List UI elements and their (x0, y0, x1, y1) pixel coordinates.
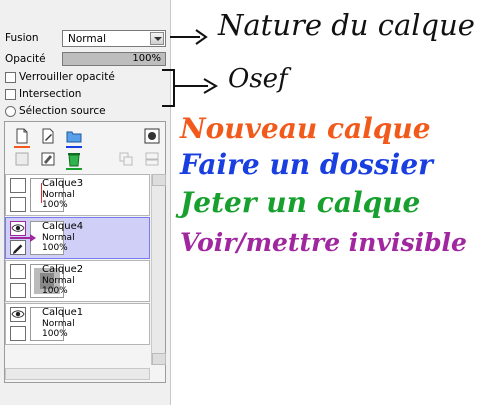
new-folder-underline (66, 146, 82, 148)
fusion-label: Fusion (5, 32, 39, 44)
lock-toggle[interactable] (10, 283, 26, 298)
visibility-toggle[interactable] (10, 178, 26, 193)
intersection-label: Intersection (19, 88, 82, 100)
eye-icon (11, 310, 25, 318)
layer-panel: Fusion Normal Opacité 100% Verrouiller o… (0, 0, 171, 405)
layer-name: Calque4 (42, 221, 84, 232)
delete-layer-icon[interactable] (66, 151, 82, 167)
scroll-up-button[interactable] (152, 174, 166, 186)
layer-opacity: 100% (42, 329, 68, 339)
annotation-nouveau: Nouveau calque (180, 112, 431, 145)
mask-icon[interactable] (144, 128, 160, 144)
annotation-jeter: Jeter un calque (180, 186, 421, 219)
layer-row[interactable]: Calque1 Normal 100% (5, 303, 150, 345)
lock-opacity-label: Verrouiller opacité (19, 71, 115, 83)
layers-horizontal-scrollbar[interactable] (5, 368, 150, 380)
scroll-down-button[interactable] (152, 353, 166, 365)
visibility-toggle[interactable] (10, 307, 26, 322)
layers-vertical-scrollbar[interactable] (151, 174, 166, 365)
new-raster-icon[interactable] (40, 128, 56, 144)
eraser-icon[interactable] (40, 151, 56, 167)
opacity-slider[interactable]: 100% (62, 52, 166, 66)
new-folder-icon[interactable] (66, 128, 82, 144)
opacity-label: Opacité (5, 53, 46, 65)
merge-down-icon[interactable] (144, 151, 160, 167)
pointer-arrow-icon (10, 234, 36, 242)
opacity-value: 100% (132, 53, 161, 64)
lock-opacity-checkbox[interactable] (5, 72, 16, 83)
blend-mode-value: Normal (68, 33, 106, 45)
visibility-toggle[interactable] (10, 264, 26, 279)
layer-name: Calque2 (42, 264, 84, 275)
annotation-dossier: Faire un dossier (180, 148, 433, 181)
annotation-arrow-icon (170, 29, 208, 45)
selection-source-radio[interactable] (5, 106, 16, 117)
lock-toggle[interactable] (10, 197, 26, 212)
layer-opacity: 100% (42, 243, 68, 253)
merge-icon[interactable] (118, 151, 134, 167)
new-layer-icon[interactable] (14, 128, 30, 144)
annotation-osef: Osef (228, 64, 288, 94)
bracket-arrow-icon (162, 69, 218, 107)
chevron-down-icon[interactable] (150, 32, 164, 45)
selection-source-label: Sélection source (19, 105, 106, 117)
blend-mode-select[interactable]: Normal (62, 30, 166, 47)
annotation-voir: Voir/mettre invisible (180, 228, 467, 257)
lock-toggle[interactable] (10, 326, 26, 341)
layer-row[interactable]: Calque2 Normal 100% (5, 260, 150, 302)
delete-layer-underline (66, 168, 82, 170)
layer-opacity: 100% (42, 286, 68, 296)
clear-icon[interactable] (14, 151, 30, 167)
annotation-nature: Nature du calque (218, 8, 475, 42)
layer-opacity: 100% (42, 200, 68, 210)
layer-name: Calque1 (42, 307, 84, 318)
new-layer-underline (14, 146, 30, 148)
layer-name: Calque3 (42, 178, 84, 189)
layer-row[interactable]: Calque3 Normal 100% (5, 174, 150, 216)
intersection-checkbox[interactable] (5, 89, 16, 100)
